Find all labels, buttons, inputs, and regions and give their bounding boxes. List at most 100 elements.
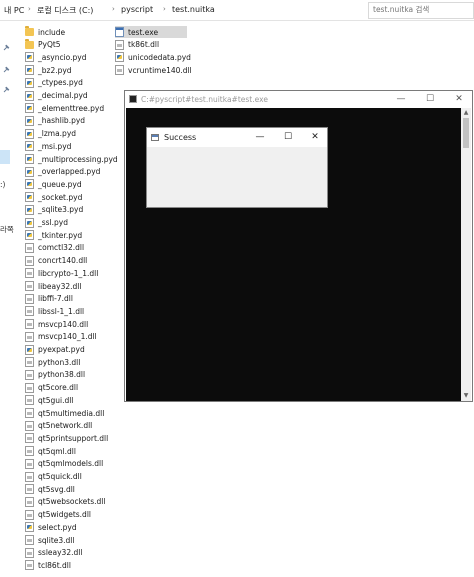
file-name: qt5quick.dll [38,472,82,481]
file-item[interactable]: tcl86t.dll [25,559,71,571]
file-name: unicodedata.pyd [128,52,191,62]
address-bar[interactable]: 내 PC › 로컬 디스크 (C:) › pyscript › test.nui… [0,0,474,21]
pin-icon [3,66,10,73]
console-title: C:#pyscript#test.nuitka#test.exe [141,95,268,104]
file-item[interactable]: msvcp140_1.dll [25,331,97,343]
navigation-pane[interactable]: :) 라쪽 [0,20,14,577]
file-name: test.exe [128,27,159,37]
file-name: libffi-7.dll [38,294,73,304]
close-button[interactable]: ✕ [301,128,329,147]
file-item[interactable]: qt5svg.dll [25,483,75,495]
breadcrumb-this-pc[interactable]: 내 PC [4,5,24,16]
file-item[interactable]: _ssl.pyd [25,217,68,229]
dll-file-icon [25,471,34,482]
search-input[interactable] [369,3,469,16]
file-name: _queue.pyd [38,179,82,189]
file-item[interactable]: qt5quick.dll [25,471,82,483]
file-item[interactable]: pyexpat.pyd [25,344,85,356]
success-dialog[interactable]: Success — ☐ ✕ [146,127,328,208]
breadcrumb-test-nuitka[interactable]: test.nuitka [172,5,215,14]
file-item[interactable]: tk86t.dll [115,39,159,51]
file-item[interactable]: _overlapped.pyd [25,166,100,178]
file-item[interactable]: _sqlite3.pyd [25,204,83,216]
file-item[interactable]: _hashlib.pyd [25,115,85,127]
dialog-title-bar[interactable]: Success — ☐ ✕ [147,128,327,147]
file-item[interactable]: _multiprocessing.pyd [25,153,118,165]
file-item[interactable]: qt5network.dll [25,420,92,432]
file-item[interactable]: _ctypes.pyd [25,77,83,89]
file-item[interactable]: vcruntime140.dll [115,64,192,76]
nav-selected-item[interactable] [0,150,10,164]
close-button[interactable]: ✕ [445,91,473,108]
file-name: qt5printsupport.dll [38,433,109,443]
dll-file-icon [25,433,34,444]
nav-item-label[interactable]: 라쪽 [0,224,14,235]
exe-file-icon [115,27,124,37]
file-name: concrt140.dll [38,256,88,266]
file-item[interactable]: _socket.pyd [25,191,82,203]
minimize-button[interactable]: — [246,128,274,147]
scroll-down-icon[interactable]: ▼ [463,393,469,399]
file-name: _multiprocessing.pyd [38,154,118,164]
minimize-button[interactable]: — [387,91,415,108]
nav-item-label[interactable]: :) [0,180,5,189]
console-title-bar[interactable]: C:#pyscript#test.nuitka#test.exe — ☐ ✕ [125,91,472,108]
file-item[interactable]: qt5qml.dll [25,445,76,457]
pyd-file-icon [25,65,34,76]
file-item[interactable]: qt5gui.dll [25,394,73,406]
file-item[interactable]: _elementtree.pyd [25,102,104,114]
file-item[interactable]: _msi.pyd [25,140,71,152]
file-item[interactable]: python38.dll [25,369,85,381]
file-item[interactable]: libffi-7.dll [25,293,73,305]
file-item[interactable]: sqlite3.dll [25,534,74,546]
file-item[interactable]: _tkinter.pyd [25,229,82,241]
file-item[interactable]: libcrypto-1_1.dll [25,267,98,279]
file-item[interactable]: include [25,26,65,38]
file-item[interactable]: qt5core.dll [25,382,78,394]
scrollbar-thumb[interactable] [463,118,469,148]
dll-file-icon [25,408,34,418]
dll-file-icon [25,509,34,520]
console-scrollbar[interactable]: ▲ ▼ [461,108,471,401]
breadcrumb-separator-icon: › [112,5,115,13]
file-name: qt5widgets.dll [38,510,91,520]
search-box[interactable] [368,2,474,19]
file-item[interactable]: qt5widgets.dll [25,509,91,521]
file-item[interactable]: _bz2.pyd [25,64,72,76]
file-item[interactable]: _queue.pyd [25,178,82,190]
file-item[interactable]: libssl-1_1.dll [25,305,84,317]
file-item[interactable]: msvcp140.dll [25,318,88,330]
dll-file-icon [25,369,34,380]
file-name: qt5qml.dll [38,446,76,456]
file-item[interactable]: _asyncio.pyd [25,51,86,63]
file-name: tk86t.dll [128,40,160,50]
file-item[interactable]: ssleay32.dll [25,547,82,559]
file-item[interactable]: qt5websockets.dll [25,496,105,508]
file-item[interactable]: libeay32.dll [25,280,81,292]
dll-file-icon [25,268,34,279]
file-item[interactable]: qt5multimedia.dll [25,407,104,419]
file-item[interactable]: test.exe [115,26,187,38]
file-item[interactable]: qt5qmlmodels.dll [25,458,103,470]
file-item[interactable]: concrt140.dll [25,255,87,267]
window-icon [151,134,159,141]
breadcrumb-local-disk[interactable]: 로컬 디스크 (C:) [37,5,93,16]
file-item[interactable]: unicodedata.pyd [115,51,191,63]
file-item[interactable]: qt5printsupport.dll [25,432,108,444]
dll-file-icon [25,306,34,317]
file-name: qt5websockets.dll [38,497,106,507]
dll-file-icon [25,281,34,291]
console-app-icon [129,95,137,103]
file-item[interactable]: comctl32.dll [25,242,84,254]
file-item[interactable]: select.pyd [25,521,77,533]
file-item[interactable]: PyQt5 [25,38,61,51]
maximize-button[interactable]: ☐ [416,91,444,108]
dll-file-icon [25,484,34,495]
scroll-up-icon[interactable]: ▲ [463,110,469,116]
breadcrumb-pyscript[interactable]: pyscript [121,5,153,14]
file-item[interactable]: python3.dll [25,356,80,368]
maximize-button[interactable]: ☐ [274,128,302,147]
pin-icon [3,44,10,51]
file-item[interactable]: _lzma.pyd [25,128,76,140]
file-item[interactable]: _decimal.pyd [25,90,88,102]
